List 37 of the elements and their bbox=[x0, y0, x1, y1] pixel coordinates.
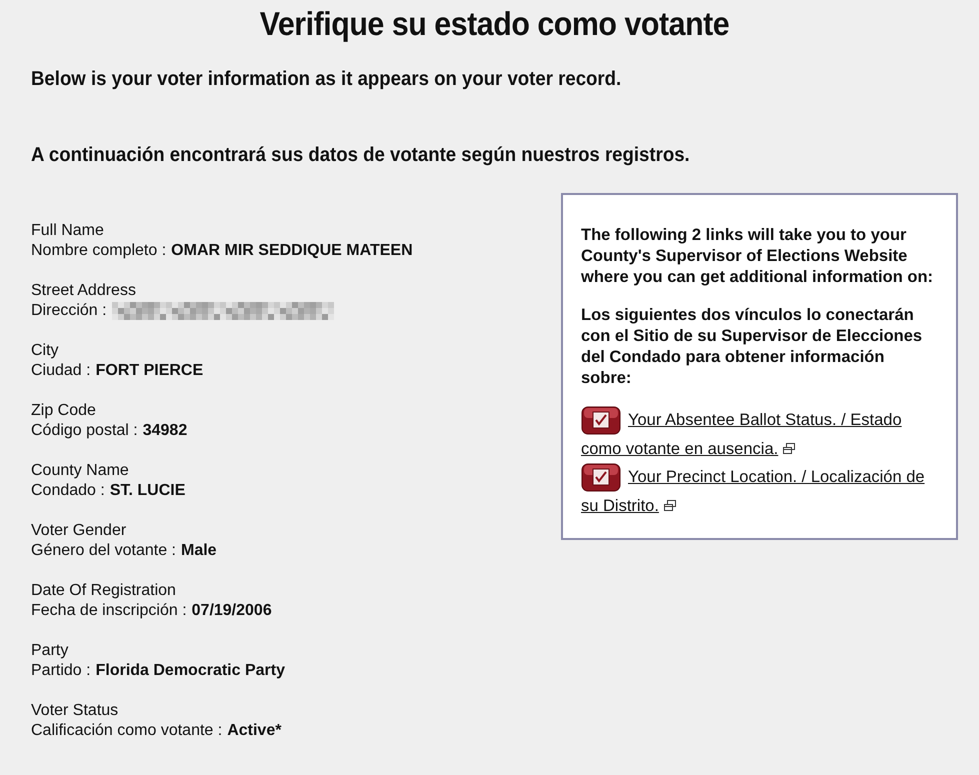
checkbox-icon bbox=[581, 406, 621, 436]
field-heading: Date Of Registration bbox=[31, 581, 177, 601]
field-value: FORT PIERCE bbox=[96, 361, 204, 381]
checkbox-icon bbox=[581, 463, 621, 492]
field-heading: City bbox=[31, 341, 60, 361]
field-heading: County Name bbox=[31, 461, 130, 481]
external-window-icon bbox=[783, 443, 796, 454]
field-value: 34982 bbox=[142, 421, 188, 441]
field-heading: Voter Gender bbox=[31, 521, 128, 541]
link[interactable]: Your Precinct Location. / Localización de su Distrito. bbox=[581, 463, 936, 520]
external-window-icon bbox=[664, 500, 676, 512]
field-heading: Full Name bbox=[31, 221, 105, 241]
field-label: Condado : bbox=[31, 481, 105, 501]
field-heading: Voter Status bbox=[31, 701, 120, 721]
field-label: Dirección : bbox=[31, 301, 107, 321]
field-label: Fecha de inscripción : bbox=[31, 601, 187, 621]
field-value: Active* bbox=[227, 721, 282, 741]
intro-text: A continuación encontrará sus datos de votante según nuestros registros. bbox=[31, 143, 691, 168]
intro-text: Below is your voter information as it appears on your voter record. bbox=[31, 67, 622, 92]
field-label: Ciudad : bbox=[31, 361, 91, 381]
link[interactable]: Your Absentee Ballot Status. / Estado como votante en ausencia. bbox=[581, 406, 936, 464]
field-label: Código postal : bbox=[31, 421, 138, 441]
field-value: OMAR MIR SEDDIQUE MATEEN bbox=[171, 241, 413, 261]
field-value: Male bbox=[180, 541, 217, 561]
field-value: Florida Democratic Party bbox=[96, 661, 285, 681]
page-title: Verifique su estado como votante bbox=[258, 4, 730, 44]
info-text: Los siguientes dos vínculos lo conectarán con el Sitio de su Supervisor de Elecciones del Condado para obtener información sobre: bbox=[581, 305, 924, 389]
field-label: Calificación como votante : bbox=[31, 721, 222, 741]
info-text: The following 2 links will take you to your County's Supervisor of Elections Website where you can get additional information on: bbox=[581, 225, 934, 288]
field-heading: Zip Code bbox=[31, 401, 97, 421]
field-heading: Street Address bbox=[31, 281, 137, 301]
field-value: 07/19/2006 bbox=[192, 601, 272, 621]
field-label: Género del votante : bbox=[31, 541, 176, 561]
field-heading: Party bbox=[31, 641, 70, 661]
field-label: Nombre completo : bbox=[31, 241, 166, 261]
field-label: Partido : bbox=[31, 661, 91, 681]
field-value: ST. LUCIE bbox=[110, 481, 186, 501]
